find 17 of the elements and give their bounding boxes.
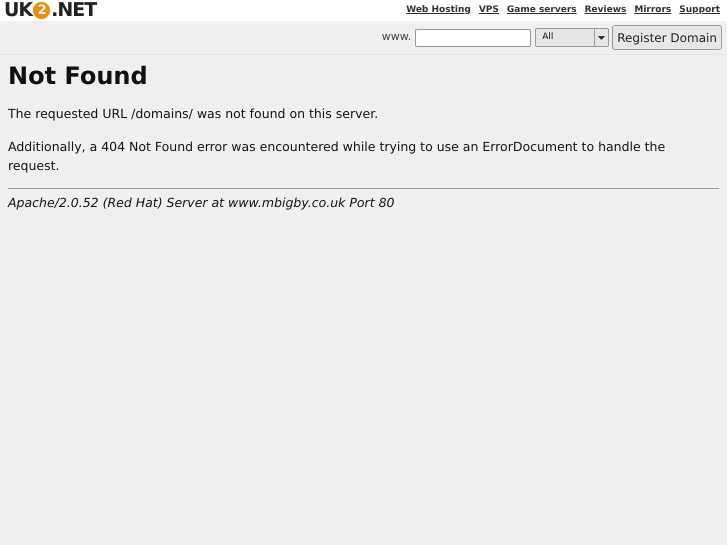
logo-text: UK [4,1,32,20]
message-paragraph: The requested URL /domains/ was not found on this server. [8,105,380,123]
nav-link[interactable]: Web Hosting [406,4,471,18]
message-paragraph: Additionally, a 404 Not Found error was encountered while trying to use an ErrorDocument to handle the request. [8,138,666,175]
nav-link[interactable]: Support [679,4,720,18]
domain-input[interactable] [415,28,532,46]
nav-link[interactable]: VPS [478,4,499,18]
logo-badge: 2 [33,2,50,19]
nav-link[interactable]: Reviews [584,4,626,18]
page-heading: Not Found [8,61,149,91]
register-domain-button[interactable]: Register Domain [612,25,722,50]
nav-link[interactable]: Game servers [506,4,577,18]
nav-link[interactable]: Mirrors [634,4,672,18]
tld-dropdown[interactable]: All [535,28,610,47]
logo-text: .NET [51,1,96,20]
server-signature: Apache/2.0.52 (Red Hat) Server at www.mbigby.co.uk Port 80 [8,194,396,212]
www-label: www. [382,29,412,46]
